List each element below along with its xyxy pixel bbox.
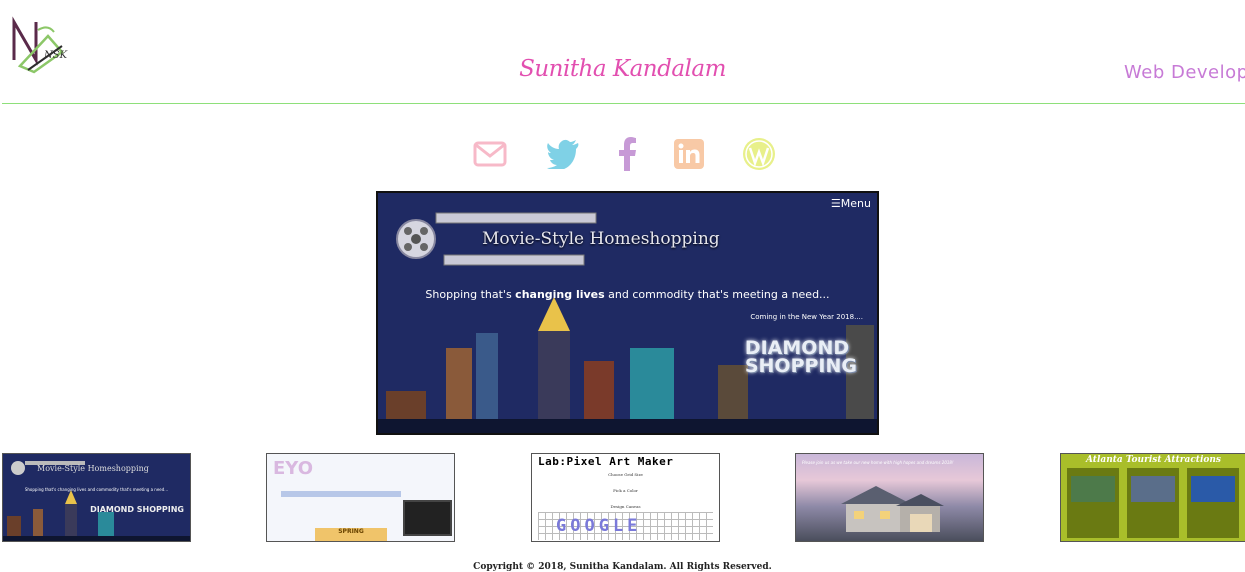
thumb-brand: Movie-Style Homeshopping [37,464,149,473]
thumbnail-eyo[interactable]: EYO SPRING [266,453,455,542]
thumbnail-atlanta-attractions[interactable]: Atlanta Tourist Attractions [1060,453,1245,542]
thumb-logo: EYO [273,458,313,479]
hero-tagline: Shopping that's changing lives and commo… [425,288,830,301]
envelope-icon [473,141,507,167]
wordpress-link[interactable] [741,136,777,172]
linkedin-icon [674,139,704,169]
thumb-label-grid-size: Choose Grid Size [608,472,643,477]
thumb-column [1187,468,1239,538]
thumb-tagline: Shopping that's changing lives and commo… [24,487,169,492]
thumb-label-color: Pick a Color [613,488,638,493]
twitter-link[interactable] [545,136,581,172]
thumb-quote: Please join us as we take our new home w… [802,460,954,465]
thumb-label-canvas: Design Canvas [610,504,641,509]
page-subtitle: Web Developer [1124,62,1245,83]
thumbnail-homeshopping[interactable]: Movie-Style Homeshopping Shopping that's… [2,453,191,542]
thumb-column [1127,468,1179,538]
twitter-icon [547,139,579,169]
thumb-photo [403,500,452,536]
house-icon [841,486,944,532]
page-title: Sunitha Kandalam [519,56,726,82]
thumb-nav [281,491,401,497]
thumb-column [1067,468,1119,538]
thumb-heading: Atlanta Tourist Attractions [1085,455,1221,465]
header-divider [2,103,1245,104]
featured-project-image[interactable]: ☰Menu Movie-Style Homeshopping Shopping … [376,191,879,435]
thumb-pixel-art: GOOGLE [556,516,642,536]
thumb-photo [1131,476,1175,502]
linkedin-link[interactable] [671,136,707,172]
hero-coming-soon: Coming in the New Year 2018.... [750,313,863,321]
thumb-promo: SPRING [315,528,387,541]
hero-brand: Movie-Style Homeshopping [482,229,720,249]
facebook-icon [619,137,636,171]
email-link[interactable] [472,136,508,172]
thumb-photo [1191,476,1235,502]
thumbnail-pixel-art-maker[interactable]: Lab:Pixel Art Maker Choose Grid Size Pic… [531,453,720,542]
thumb-photo [1071,476,1115,502]
social-links [0,136,1245,172]
hero-diamond-logo: DIAMOND SHOPPING [744,337,857,377]
facebook-link[interactable] [609,136,645,172]
thumbnail-new-home[interactable]: Please join us as we take our new home w… [795,453,984,542]
wordpress-icon [743,138,775,170]
thumb-heading: Lab:Pixel Art Maker [538,455,674,468]
thumb-diamond: DIAMOND SHOPPING [90,505,184,514]
